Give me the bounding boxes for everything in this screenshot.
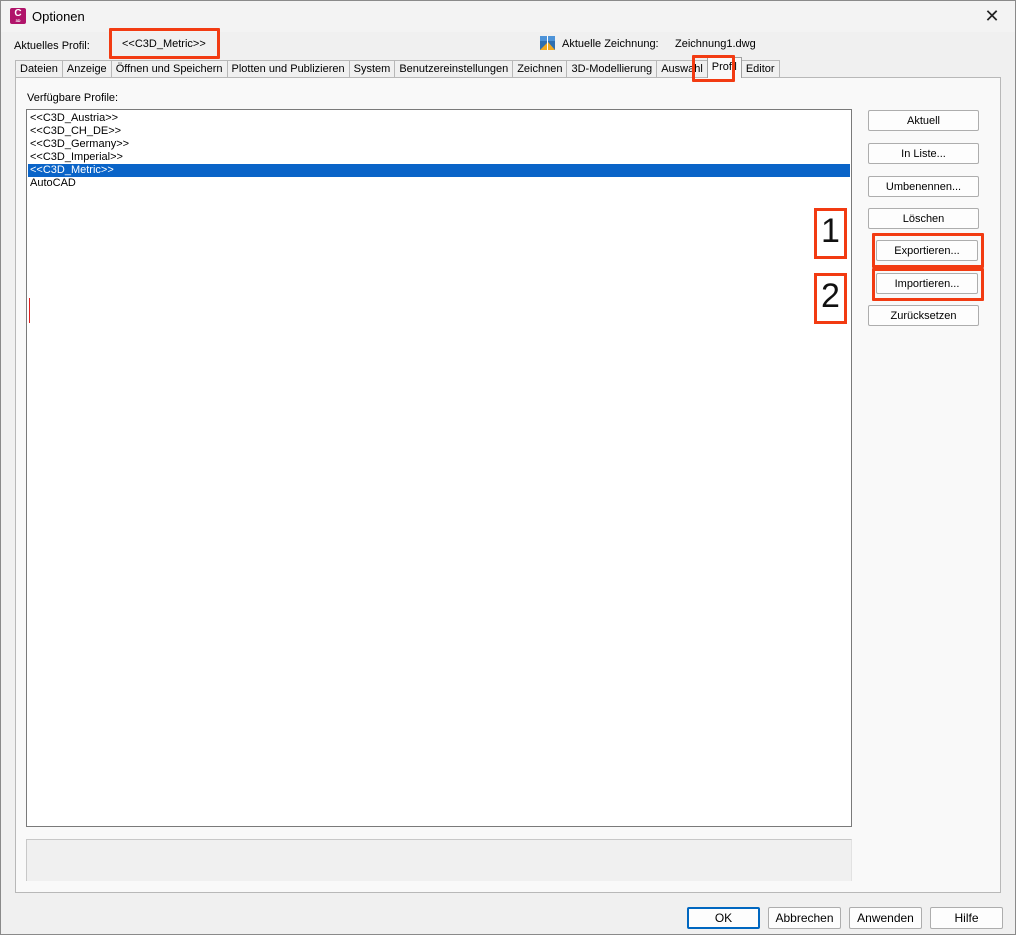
tab-zeichnen[interactable]: Zeichnen <box>512 60 568 78</box>
profile-list-item[interactable]: <<C3D_Imperial>> <box>28 151 850 164</box>
step-2-marker: 2 <box>814 273 847 324</box>
close-button[interactable]: ✕ <box>969 1 1015 32</box>
step-1-marker: 1 <box>814 208 847 259</box>
current-profile-value: <<C3D_Metric>> <box>122 38 206 50</box>
profile-list-item[interactable]: AutoCAD <box>28 177 850 190</box>
reset-button[interactable]: Zurücksetzen <box>868 305 979 326</box>
rename-button[interactable]: Umbenennen... <box>868 176 979 197</box>
profile-list-item[interactable]: <<C3D_Germany>> <box>28 138 850 151</box>
tab-öffnen-und-speichern[interactable]: Öffnen und Speichern <box>110 60 228 78</box>
profiles-listbox[interactable]: <<C3D_Austria>> <<C3D_CH_DE>> <<C3D_German… <box>26 109 852 827</box>
tab-anzeige[interactable]: Anzeige <box>61 60 112 78</box>
drawing-icon <box>540 36 555 50</box>
profile-description-box <box>26 839 852 881</box>
import-button[interactable]: Importieren... <box>876 273 978 294</box>
add-to-list-button[interactable]: In Liste... <box>868 143 979 164</box>
options-dialog: C 3D Optionen ✕ Aktuelles Profil: <<C3D_… <box>0 0 1016 935</box>
current-drawing-label: Aktuelle Zeichnung: <box>562 38 659 50</box>
export-button[interactable]: Exportieren... <box>876 240 978 261</box>
profile-list-item[interactable]: <<C3D_CH_DE>> <box>28 125 850 138</box>
current-drawing-value: Zeichnung1.dwg <box>675 38 756 50</box>
apply-button[interactable]: Anwenden <box>849 907 922 929</box>
tab-strip: Dateien Anzeige Öffnen und Speichern Plotte… <box>15 57 780 78</box>
ok-button[interactable]: OK <box>687 907 760 929</box>
tab-editor[interactable]: Editor <box>740 60 780 78</box>
profile-list-item[interactable]: <<C3D_Metric>> <box>28 164 850 177</box>
close-icon: ✕ <box>984 6 1000 26</box>
delete-button[interactable]: Löschen <box>868 208 979 229</box>
app-icon-sub: 3D <box>15 18 21 23</box>
set-current-button[interactable]: Aktuell <box>868 110 979 131</box>
cancel-button[interactable]: Abbrechen <box>768 907 841 929</box>
help-button[interactable]: Hilfe <box>930 907 1003 929</box>
tab-benutzereinstellungen[interactable]: Benutzereinstellungen <box>394 60 514 78</box>
profile-tab-highlight <box>692 55 735 82</box>
current-profile-label: Aktuelles Profil: <box>14 40 90 52</box>
tab-plotten-und-publizieren[interactable]: Plotten und Publizieren <box>226 60 350 78</box>
tab-dateien[interactable]: Dateien <box>15 60 63 78</box>
tab-system[interactable]: System <box>348 60 396 78</box>
civil3d-app-icon: C 3D <box>10 8 26 24</box>
window-title: Optionen <box>32 9 85 24</box>
text-caret <box>29 298 30 323</box>
available-profiles-label: Verfügbare Profile: <box>27 92 119 104</box>
profile-list-item[interactable]: <<C3D_Austria>> <box>28 112 850 125</box>
tab-3d-modellierung[interactable]: 3D-Modellierung <box>566 60 658 78</box>
